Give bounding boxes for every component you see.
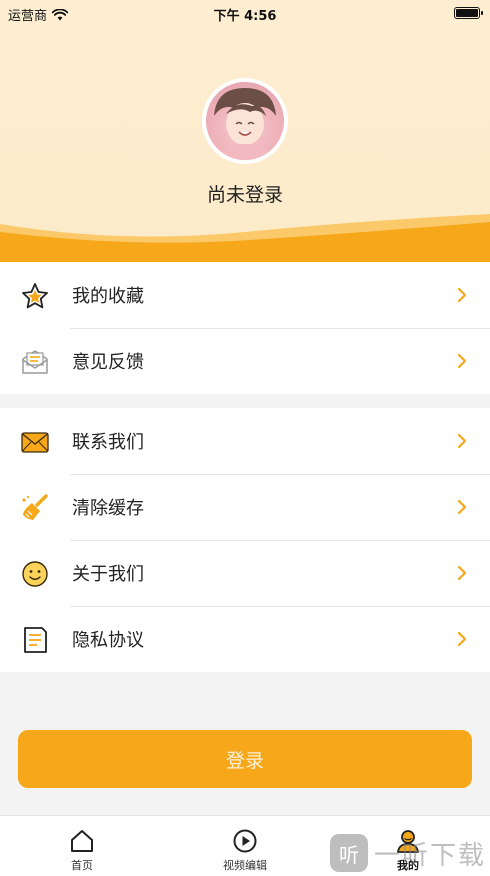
chevron-right-icon bbox=[457, 287, 467, 303]
menu-label: 关于我们 bbox=[72, 564, 144, 585]
chevron-right-icon bbox=[457, 631, 467, 647]
document-icon bbox=[24, 627, 47, 653]
status-bar: 运营商 下午 4:56 bbox=[0, 0, 490, 26]
tab-label: 视频编辑 bbox=[223, 859, 267, 872]
chevron-right-icon bbox=[457, 353, 467, 369]
mail-icon bbox=[21, 432, 49, 453]
star-icon bbox=[22, 283, 48, 309]
menu-item-favorites[interactable]: 我的收藏 bbox=[0, 262, 490, 328]
menu-label: 我的收藏 bbox=[72, 286, 144, 307]
tab-label: 首页 bbox=[71, 859, 93, 872]
username-label: 尚未登录 bbox=[206, 184, 283, 206]
menu-item-feedback[interactable]: 意见反馈 bbox=[0, 328, 490, 394]
feedback-envelope-icon bbox=[22, 350, 48, 374]
home-icon bbox=[71, 830, 93, 852]
tab-video-edit[interactable]: 视频编辑 bbox=[185, 816, 305, 876]
menu-item-contact-us[interactable]: 联系我们 bbox=[0, 408, 490, 474]
watermark-logo: 听 bbox=[329, 834, 368, 872]
menu-label: 清除缓存 bbox=[72, 498, 144, 519]
chevron-right-icon bbox=[457, 499, 467, 515]
menu-item-clear-cache[interactable]: 清除缓存 bbox=[0, 474, 490, 540]
play-circle-icon bbox=[233, 829, 257, 853]
avatar[interactable] bbox=[202, 78, 288, 164]
avatar-illustration bbox=[214, 88, 276, 160]
status-time: 下午 4:56 bbox=[213, 9, 277, 24]
chevron-right-icon bbox=[457, 565, 467, 581]
menu-group-settings: 联系我们 清除缓存 关于我们 隐私协议 bbox=[0, 408, 490, 672]
chevron-right-icon bbox=[457, 433, 467, 449]
profile-header: 运营商 下午 4:56 尚未登录 bbox=[0, 0, 490, 262]
smiley-icon bbox=[22, 561, 48, 587]
menu-label: 意见反馈 bbox=[72, 352, 144, 373]
menu-label: 隐私协议 bbox=[72, 630, 144, 651]
tab-home[interactable]: 首页 bbox=[22, 816, 142, 876]
login-button[interactable]: 登录 bbox=[18, 730, 472, 788]
menu-label: 联系我们 bbox=[72, 432, 144, 453]
menu-group-account: 我的收藏 意见反馈 bbox=[0, 262, 490, 394]
broom-icon bbox=[22, 494, 48, 520]
watermark-text: 一听下载 bbox=[373, 840, 486, 871]
header-wave bbox=[0, 214, 490, 262]
menu-item-about-us[interactable]: 关于我们 bbox=[0, 540, 490, 606]
battery-icon bbox=[454, 7, 483, 19]
menu-item-privacy[interactable]: 隐私协议 bbox=[0, 606, 490, 672]
watermark: 听 一听下载 bbox=[329, 834, 486, 872]
